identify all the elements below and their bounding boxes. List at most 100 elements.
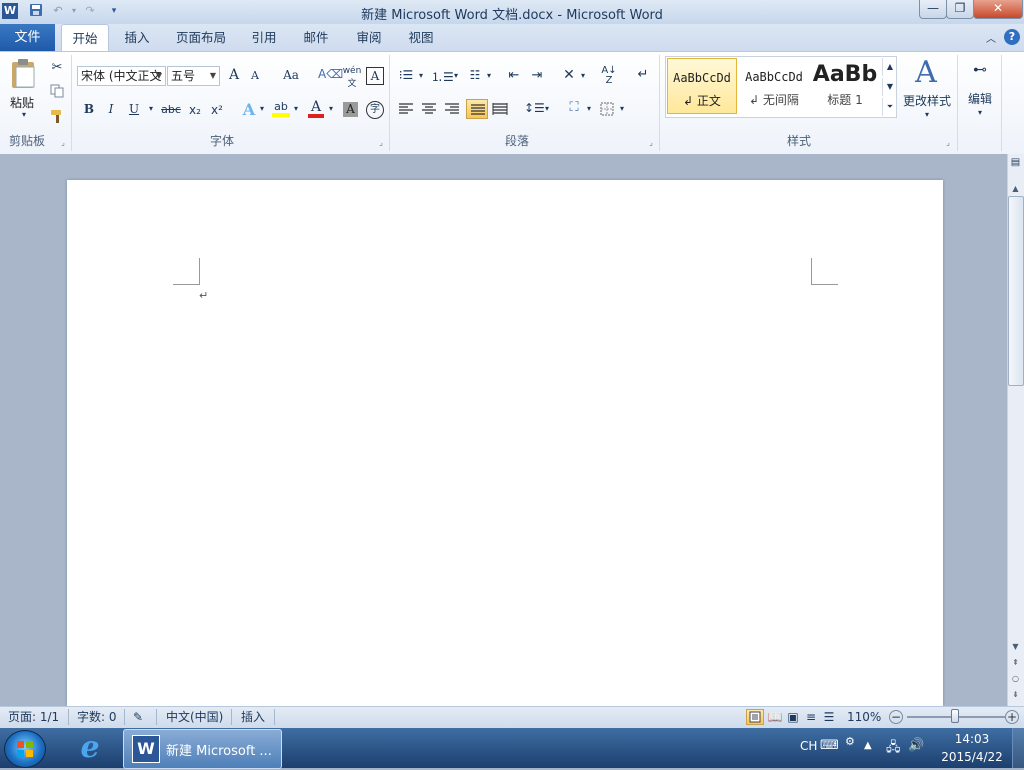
styles-more-icon[interactable]: ⏷ (882, 98, 897, 116)
change-styles-dropdown-icon[interactable]: ▾ (921, 110, 933, 119)
font-launcher-icon[interactable]: ⌟ (376, 138, 386, 148)
ime-options-icon[interactable]: ⚙ (845, 735, 855, 748)
increase-indent-icon[interactable]: ⇥ (528, 68, 546, 83)
styles-scroll-down-icon[interactable]: ▼ (882, 78, 897, 96)
distributed-icon[interactable] (492, 102, 508, 119)
zoom-slider-thumb[interactable] (951, 709, 959, 723)
tab-file[interactable]: 文件 (0, 24, 55, 51)
taskbar-word-button[interactable]: W 新建 Microsoft ... (123, 729, 282, 769)
ime-indicator[interactable]: CH (800, 739, 817, 753)
show-desktop-button[interactable] (1012, 728, 1024, 768)
change-styles-button[interactable]: 更改样式 (898, 92, 956, 109)
highlight-dropdown-icon[interactable]: ▾ (292, 104, 300, 113)
start-button[interactable] (4, 730, 46, 768)
line-spacing-icon[interactable]: ↕☰ (524, 101, 545, 115)
shading-icon[interactable]: ⛶ (565, 100, 583, 115)
superscript-button[interactable]: x² (208, 103, 226, 117)
previous-page-icon[interactable]: ⇞ (1007, 656, 1024, 670)
tab-review[interactable]: 审阅 (350, 24, 388, 51)
editing-dropdown-icon[interactable]: ▾ (974, 108, 986, 117)
bullets-icon[interactable]: ⁝☰ (397, 68, 415, 82)
text-effects-dropdown-icon[interactable]: ▾ (258, 104, 266, 113)
tab-view[interactable]: 视图 (402, 24, 440, 51)
restore-button[interactable]: ❐ (946, 0, 974, 19)
word-count[interactable]: 字数: 0 (77, 709, 117, 725)
justify-button[interactable] (466, 99, 488, 119)
strikethrough-button[interactable]: abc (161, 103, 181, 116)
help-icon[interactable]: ? (1004, 29, 1020, 45)
style-no-spacing[interactable]: AaBbCcDd ↲ 无间隔 (739, 58, 809, 114)
paste-button[interactable]: 粘贴 (10, 94, 40, 110)
insert-mode-indicator[interactable]: 插入 (241, 709, 265, 725)
chinese-layout-dropdown-icon[interactable]: ▾ (579, 71, 587, 80)
borders-icon[interactable] (600, 102, 614, 116)
next-page-icon[interactable]: ⇟ (1007, 688, 1024, 702)
show-hide-marks-icon[interactable]: ↵ (636, 67, 650, 82)
cut-icon[interactable]: ✂ (49, 60, 65, 75)
align-right-icon[interactable] (444, 102, 460, 119)
bullets-dropdown-icon[interactable]: ▾ (417, 71, 425, 80)
character-shading-icon[interactable]: A (343, 102, 358, 117)
numbering-dropdown-icon[interactable]: ▾ (452, 71, 460, 80)
editing-button[interactable]: 编辑 (964, 90, 996, 107)
underline-button[interactable]: U (127, 102, 141, 116)
browse-object-icon[interactable]: ○ (1007, 672, 1024, 686)
text-effects-icon[interactable]: A (240, 100, 258, 119)
zoom-in-button[interactable]: + (1005, 710, 1019, 724)
font-name-combo[interactable]: 宋体 (中文正文 ▼ (77, 66, 166, 86)
scroll-up-icon[interactable]: ▲ (1007, 182, 1024, 196)
web-layout-icon[interactable]: ▣ (785, 709, 801, 725)
view-ruler-icon[interactable]: ▤ (1009, 157, 1022, 177)
font-color-dropdown-icon[interactable]: ▾ (327, 104, 335, 113)
paragraph-mark[interactable]: ↵ (199, 289, 208, 302)
scrollbar-thumb[interactable] (1008, 196, 1024, 386)
shrink-font-icon[interactable]: A (248, 69, 262, 82)
highlight-icon[interactable]: ab (272, 100, 290, 117)
close-button[interactable]: ✕ (973, 0, 1023, 19)
tab-references[interactable]: 引用 (245, 24, 283, 51)
style-normal[interactable]: AaBbCcDd ↲ 正文 (667, 58, 737, 114)
decrease-indent-icon[interactable]: ⇤ (505, 68, 523, 83)
chevron-down-icon[interactable]: ▼ (210, 67, 216, 85)
multilevel-list-dropdown-icon[interactable]: ▾ (485, 71, 493, 80)
grow-font-icon[interactable]: A (226, 67, 242, 83)
proofing-icon[interactable]: ✎ (133, 709, 143, 725)
styles-launcher-icon[interactable]: ⌟ (943, 138, 953, 148)
chinese-layout-icon[interactable]: ✕ (560, 67, 578, 83)
draft-view-icon[interactable]: ☰ (821, 709, 837, 725)
chevron-down-icon[interactable]: ▼ (156, 67, 162, 85)
language-indicator[interactable]: 中文(中国) (166, 709, 223, 725)
font-color-icon[interactable]: A (308, 100, 324, 118)
zoom-out-button[interactable]: − (889, 710, 903, 724)
minimize-button[interactable]: — (919, 0, 947, 19)
keyboard-icon[interactable]: ⌨ (820, 738, 839, 753)
copy-icon[interactable] (49, 84, 65, 101)
volume-icon[interactable]: 🔊 (908, 738, 924, 753)
borders-dropdown-icon[interactable]: ▾ (618, 104, 626, 113)
change-styles-icon[interactable]: A (910, 56, 942, 90)
page-count[interactable]: 页面: 1/1 (8, 709, 59, 725)
underline-dropdown-icon[interactable]: ▾ (146, 104, 156, 113)
show-hidden-icons-icon[interactable]: ▲ (864, 740, 872, 751)
character-border-icon[interactable]: A (366, 67, 384, 85)
multilevel-list-icon[interactable]: ☷ (466, 68, 484, 82)
clear-formatting-icon[interactable]: A⌫ (318, 67, 343, 81)
italic-button[interactable]: I (104, 102, 118, 116)
format-painter-icon[interactable] (49, 108, 65, 127)
internet-explorer-icon[interactable]: e (72, 731, 108, 765)
network-icon[interactable]: 🖧 (886, 738, 901, 760)
align-left-icon[interactable] (398, 102, 414, 119)
clock-date[interactable]: 2015/4/22 (936, 750, 1008, 764)
line-spacing-dropdown-icon[interactable]: ▾ (543, 104, 551, 113)
clipboard-launcher-icon[interactable]: ⌟ (58, 138, 68, 148)
align-center-icon[interactable] (421, 102, 437, 119)
change-case-icon[interactable]: Aa (280, 68, 302, 82)
tab-insert[interactable]: 插入 (118, 24, 156, 51)
numbering-icon[interactable]: ⒈☰ (431, 68, 454, 85)
tab-page-layout[interactable]: 页面布局 (170, 24, 232, 51)
minimize-ribbon-icon[interactable]: ︿ (984, 30, 998, 45)
sort-icon[interactable]: A↓ Z (600, 66, 618, 86)
full-screen-reading-icon[interactable]: 📖 (767, 709, 783, 725)
binoculars-icon[interactable]: ⊷ (970, 62, 990, 78)
paragraph-launcher-icon[interactable]: ⌟ (646, 138, 656, 148)
